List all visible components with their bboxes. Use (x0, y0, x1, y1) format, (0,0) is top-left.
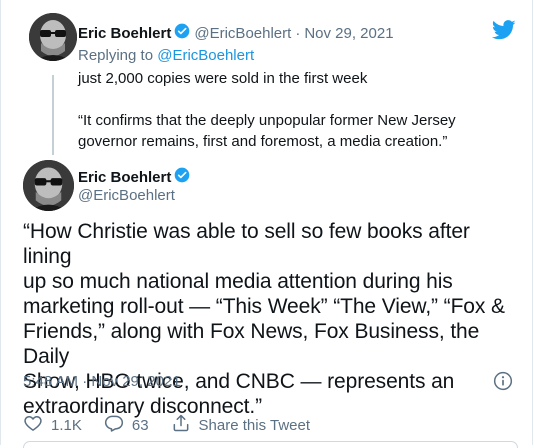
share-label[interactable]: Share this Tweet (199, 417, 310, 434)
replying-to-prefix: Replying to (78, 47, 154, 64)
main-avatar[interactable] (23, 160, 74, 211)
parent-header: Eric Boehlert @EricBoehlert · Nov 29, 20… (78, 23, 394, 44)
info-icon[interactable] (493, 371, 513, 396)
like-count: 1.1K (51, 416, 82, 434)
parent-avatar[interactable] (29, 13, 77, 61)
like-action[interactable]: 1.1K (23, 413, 82, 437)
parent-quote-line1: “It confirms that the deeply unpopular f… (78, 112, 456, 129)
parent-author-name[interactable]: Eric Boehlert (78, 25, 171, 42)
parent-quote-line2: governor remains, first and foremost, a … (78, 133, 448, 150)
verified-badge-icon (174, 167, 190, 188)
reply-bubble-icon[interactable] (104, 413, 124, 437)
main-text-line: Friends,” along with Fox News, Fox Busin… (23, 320, 480, 368)
header-separator: · (295, 25, 301, 42)
replying-to-handle[interactable]: @EricBoehlert (157, 47, 254, 64)
main-text-line: “How Christie was able to sell so few bo… (23, 220, 470, 268)
tweet-timestamp[interactable]: 5:48 AM · Nov 29, 2021 (23, 373, 181, 390)
tweet-embed-card: Eric Boehlert @EricBoehlert · Nov 29, 20… (0, 0, 533, 448)
main-header: Eric Boehlert (78, 167, 194, 188)
main-text-line: up so much national media attention duri… (23, 270, 453, 293)
thread-connector-line (52, 75, 54, 155)
share-icon[interactable] (171, 413, 191, 437)
main-author-name[interactable]: Eric Boehlert (78, 169, 171, 186)
main-author-handle[interactable]: @EricBoehlert (78, 186, 175, 206)
reply-action[interactable]: 63 (104, 413, 149, 437)
parent-date[interactable]: Nov 29, 2021 (304, 25, 393, 42)
heart-icon[interactable] (23, 413, 43, 437)
reply-count: 63 (131, 416, 149, 434)
verified-badge-icon (174, 23, 190, 44)
parent-text-line1: just 2,000 copies were sold in the first… (78, 70, 368, 87)
twitter-bird-icon[interactable] (491, 20, 516, 45)
replying-to-line: Replying to @EricBoehlert (78, 46, 254, 66)
parent-author-handle[interactable]: @EricBoehlert (194, 25, 291, 42)
share-action[interactable]: Share this Tweet (171, 413, 310, 437)
main-text-line: marketing roll-out — “This Week” “The Vi… (23, 295, 505, 318)
tweet-actions: 1.1K 63 Share this Tweet (23, 413, 332, 437)
